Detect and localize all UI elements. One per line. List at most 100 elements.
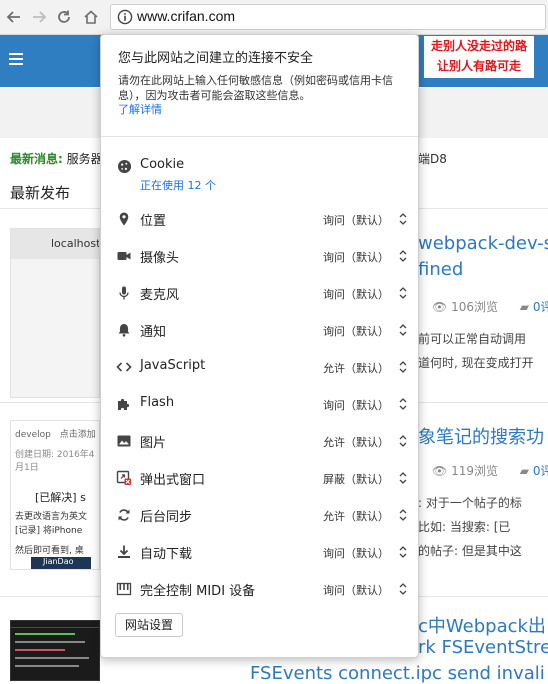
permission-select[interactable]: 允许（默认） — [323, 507, 407, 523]
post2-thumbnail[interactable]: develop 点击添加 创建日期: 2016年4月1日 [已解决] s 去更改… — [10, 420, 100, 570]
post3-title-line1[interactable]: c中Webpack出 — [418, 612, 546, 638]
post2-thumb-title: [已解决] s — [35, 491, 86, 504]
popup-divider — [101, 136, 418, 137]
post1-title-line2[interactable]: fined — [418, 259, 463, 280]
permission-select[interactable]: 询问（默认） — [323, 285, 407, 301]
post2-meta: 👁 119浏览 ▰ 0评 — [432, 462, 548, 479]
permission-select[interactable]: 允许（默认） — [323, 359, 407, 375]
permission-label: Flash — [140, 395, 175, 410]
permission-row: JavaScript 允许（默认） — [116, 356, 407, 378]
permission-value: 询问（默认） — [323, 547, 389, 560]
back-arrow-icon — [6, 11, 20, 23]
banner-line-2: 让别人有路可走 — [436, 59, 521, 73]
back-button[interactable] — [3, 6, 25, 28]
post1-excerpt-line2: 道何时, 现在变成打开 — [418, 356, 534, 370]
address-bar[interactable]: www.crifan.com — [110, 4, 546, 30]
permission-value: 允许（默认） — [323, 436, 389, 449]
permission-row: 通知 询问（默认） — [116, 319, 407, 341]
bell-icon — [116, 322, 132, 338]
comment-icon: ▰ — [519, 300, 530, 314]
post2-thumb-header-2: 点击添加 — [59, 430, 96, 440]
post2-excerpt-line2: 比如: 当搜索: [已 — [418, 520, 511, 534]
news-text[interactable]: 服务器 — [67, 152, 103, 166]
permission-row: 图片 允许（默认） — [116, 430, 407, 452]
permission-value: 询问（默认） — [323, 584, 389, 597]
site-banner: 走别人没走过的路 让别人有路可走 — [424, 36, 534, 78]
permission-select[interactable]: 询问（默认） — [323, 396, 407, 412]
post3-thumbnail[interactable] — [10, 620, 100, 681]
post1-comments[interactable]: 0评 — [533, 300, 548, 314]
permission-label: 摄像头 — [140, 251, 180, 266]
post2-thumb-line2: [记录] 将iPhone — [15, 526, 83, 536]
permission-value: 屏蔽（默认） — [323, 473, 389, 486]
location-pin-icon — [116, 211, 132, 227]
select-arrows-icon — [399, 213, 407, 225]
permission-label: 弹出式窗口 — [140, 473, 206, 488]
post2-comments[interactable]: 0评 — [533, 464, 548, 478]
sync-icon — [116, 507, 132, 523]
post2-thumb-date: 创建日期: 2016年4月1日 — [15, 450, 95, 473]
cookie-label: Cookie — [140, 157, 185, 172]
permission-row: 弹出式窗口 屏蔽（默认） — [116, 467, 407, 489]
eye-icon: 👁 — [432, 464, 448, 478]
post1-excerpt-line1: 前可以正常自动调用 — [418, 332, 527, 346]
news-ticker: 最新消息: 服务器 — [10, 150, 103, 167]
permission-value: 询问（默认） — [323, 251, 389, 264]
select-arrows-icon — [399, 435, 407, 447]
permission-label: 后台同步 — [140, 510, 193, 525]
learn-more-link[interactable]: 了解详情 — [118, 101, 162, 117]
permission-select[interactable]: 询问（默认） — [323, 581, 407, 597]
post3-title-line2[interactable]: rk FSEventStre — [418, 637, 548, 658]
camera-icon — [116, 248, 132, 264]
code-icon — [116, 359, 132, 375]
home-button[interactable] — [80, 6, 102, 28]
permission-row: 后台同步 允许（默认） — [116, 504, 407, 526]
news-label: 最新消息: — [10, 152, 63, 166]
post2-excerpt-line1: : 对于一个帖子的标 — [418, 496, 522, 510]
permission-row: 完全控制 MIDI 设备 询问（默认） — [116, 578, 407, 600]
permission-row: 摄像头 询问（默认） — [116, 245, 407, 267]
permission-value: 询问（默认） — [323, 288, 389, 301]
permission-row: 位置 询问（默认） — [116, 208, 407, 230]
microphone-icon — [116, 285, 132, 301]
post1-views: 106浏览 — [451, 300, 498, 314]
forward-button[interactable] — [28, 6, 50, 28]
image-icon — [116, 433, 132, 449]
permission-select[interactable]: 允许（默认） — [323, 433, 407, 449]
post2-excerpt-line3: 的帖子: 但是其中这 — [418, 544, 522, 558]
popup-title: 您与此网站之间建立的连接不安全 — [118, 51, 314, 66]
info-icon[interactable] — [117, 9, 133, 25]
permission-row: Flash 询问（默认） — [116, 393, 407, 415]
site-settings-button[interactable]: 网站设置 — [115, 613, 184, 637]
permission-select[interactable]: 屏蔽（默认） — [323, 470, 407, 486]
select-arrows-icon — [399, 398, 407, 410]
permission-label: 自动下载 — [140, 547, 193, 562]
permission-value: 允许（默认） — [323, 362, 389, 375]
url-text[interactable]: www.crifan.com — [137, 8, 235, 24]
permission-value: 询问（默认） — [323, 325, 389, 338]
post1-title-line1[interactable]: webpack-dev-s — [418, 233, 548, 254]
permission-value: 询问（默认） — [323, 214, 389, 227]
permission-row: 自动下载 询问（默认） — [116, 541, 407, 563]
puzzle-icon — [116, 396, 132, 412]
permission-label: 完全控制 MIDI 设备 — [140, 584, 256, 599]
permission-select[interactable]: 询问（默认） — [323, 322, 407, 338]
permission-value: 允许（默认） — [323, 510, 389, 523]
banner-line-1: 走别人没走过的路 — [430, 39, 527, 53]
reload-button[interactable] — [53, 6, 75, 28]
cookie-usage-link[interactable]: 正在使用 12 个 — [140, 177, 216, 193]
select-arrows-icon — [399, 546, 407, 558]
post1-thumbnail[interactable]: localhost — [10, 228, 100, 398]
permission-label: 麦克风 — [140, 288, 180, 303]
download-icon — [116, 544, 132, 560]
post2-thumb-line3: 然后即可看到, 桌 — [15, 546, 84, 556]
post2-title[interactable]: 象笔记的搜索功 — [418, 423, 544, 449]
select-arrows-icon — [399, 250, 407, 262]
post2-thumb-header-1: develop — [15, 430, 51, 440]
permission-select[interactable]: 询问（默认） — [323, 211, 407, 227]
permission-select[interactable]: 询问（默认） — [323, 544, 407, 560]
post2-thumb-bottom: JianDao — [31, 557, 91, 569]
menu-icon[interactable] — [9, 53, 23, 65]
permission-label: 图片 — [140, 436, 167, 451]
permission-select[interactable]: 询问（默认） — [323, 248, 407, 264]
